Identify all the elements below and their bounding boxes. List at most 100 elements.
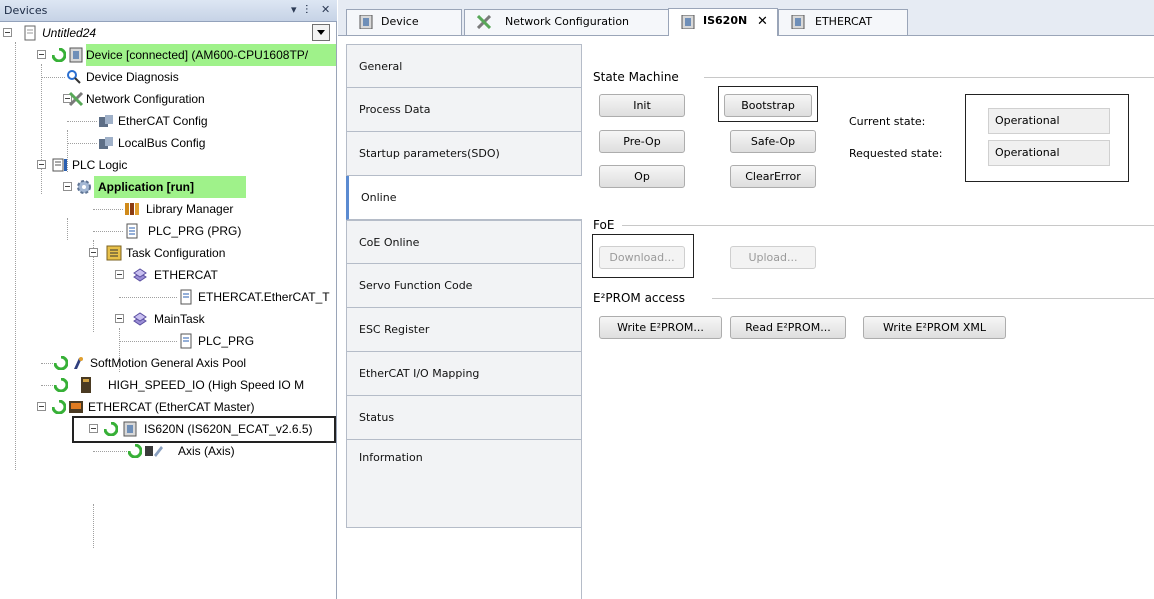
sidetab-ethercat-io-mapping[interactable]: EtherCAT I/O Mapping <box>346 352 582 396</box>
sidetab-general[interactable]: General <box>346 44 582 88</box>
tree-item-label: Library Manager <box>146 202 234 216</box>
tree-item-label: ETHERCAT.EtherCAT_T <box>198 290 330 304</box>
diagnosis-magnifier-icon <box>67 70 81 84</box>
sync-status-icon <box>54 356 68 370</box>
tree-item-localbus-config[interactable]: LocalBus Config <box>0 132 336 154</box>
collapse-icon[interactable] <box>63 182 72 191</box>
sidetab-status[interactable]: Status <box>346 396 582 440</box>
sync-status-icon <box>52 48 66 62</box>
tree-item-label: Task Configuration <box>126 246 226 260</box>
sidetab-startup-parameters[interactable]: Startup parameters(SDO) <box>346 132 582 176</box>
group-separator <box>622 225 1154 226</box>
safe-op-button[interactable]: Safe-Op <box>730 130 816 153</box>
tab-device[interactable]: Device <box>346 9 462 35</box>
tab-label: ETHERCAT <box>815 15 873 28</box>
tree-item-ethercat-config[interactable]: EtherCAT Config <box>0 110 336 132</box>
tree-item-device[interactable]: Device [connected] (AM600-CPU1608TP/ <box>0 44 336 66</box>
write-eeprom-button[interactable]: Write E²PROM... <box>599 316 722 339</box>
editor-area: Device Network Configuration IS620N ✕ ET… <box>338 0 1154 599</box>
network-configuration-icon <box>477 15 491 29</box>
tree-item-main-task[interactable]: MainTask <box>0 308 336 330</box>
sidetab-information[interactable]: Information <box>346 440 582 528</box>
sidetab-esc-register[interactable]: ESC Register <box>346 308 582 352</box>
tab-network-configuration[interactable]: Network Configuration <box>464 9 678 35</box>
clear-error-button[interactable]: ClearError <box>730 165 816 188</box>
tree-item-label: MainTask <box>154 312 205 326</box>
online-tab-content: State Machine Init Bootstrap Pre-Op Safe… <box>582 44 1154 599</box>
collapse-icon[interactable] <box>3 28 12 37</box>
device-icon <box>69 47 83 63</box>
project-icon <box>24 25 36 41</box>
tree-item-label: LocalBus Config <box>118 136 206 150</box>
collapse-icon[interactable] <box>115 314 124 323</box>
sync-status-icon <box>54 378 68 392</box>
device-editor-side-tabs: General Process Data Startup parameters(… <box>346 44 582 599</box>
eeprom-group-title: E²PROM access <box>593 291 686 305</box>
read-eeprom-button[interactable]: Read E²PROM... <box>730 316 846 339</box>
tab-is620n[interactable]: IS620N ✕ <box>668 8 778 36</box>
tree-item-application[interactable]: Application [run] <box>0 176 336 198</box>
sidetab-process-data[interactable]: Process Data <box>346 88 582 132</box>
close-tab-icon[interactable]: ✕ <box>757 10 768 34</box>
foe-group-title: FoE <box>593 218 615 232</box>
tree-root[interactable]: Untitled24 <box>0 22 336 44</box>
op-button[interactable]: Op <box>599 165 685 188</box>
tree-item-is620n[interactable]: IS620N (IS620N_ECAT_v2.6.5) <box>0 416 336 443</box>
tree-item-network-configuration[interactable]: Network Configuration <box>0 88 336 110</box>
tree-item-label: EtherCAT Config <box>118 114 208 128</box>
device-icon <box>359 15 373 29</box>
tree-item-high-speed-io[interactable]: HIGH_SPEED_IO (High Speed IO M <box>0 374 336 396</box>
tree-item-plc-logic[interactable]: PLC Logic <box>0 154 336 176</box>
tree-item-main-task-call[interactable]: PLC_PRG <box>0 330 336 352</box>
init-button[interactable]: Init <box>599 94 685 117</box>
tree-item-axis[interactable]: Axis (Axis) <box>0 440 336 462</box>
tree-item-ethercat-master[interactable]: ETHERCAT (EtherCAT Master) <box>0 396 336 418</box>
config-module-icon <box>99 115 113 127</box>
tree-item-label: Network Configuration <box>86 92 205 106</box>
tree-dropdown-button[interactable] <box>312 24 330 41</box>
axis-pool-icon <box>74 357 83 369</box>
plc-logic-icon <box>52 158 67 172</box>
tree-item-label: ETHERCAT <box>154 268 218 282</box>
collapse-icon[interactable] <box>89 248 98 257</box>
close-pane-icon[interactable]: ✕ <box>321 3 330 16</box>
io-module-icon <box>81 377 91 393</box>
tab-ethercat[interactable]: ETHERCAT <box>778 9 908 35</box>
tree-item-plc-prg[interactable]: PLC_PRG (PRG) <box>0 220 336 242</box>
sidetab-coe-online[interactable]: CoE Online <box>346 220 582 264</box>
tree-item-ethercat-task-call[interactable]: ETHERCAT.EtherCAT_T <box>0 286 336 308</box>
pane-menu-icon[interactable]: ▾ <box>291 3 297 16</box>
download-highlight-box <box>592 234 694 278</box>
tree-item-library-manager[interactable]: Library Manager <box>0 198 336 220</box>
tree-item-label: PLC_PRG <box>198 334 255 348</box>
application-gear-icon <box>77 180 91 194</box>
state-highlight-box <box>965 94 1129 182</box>
task-stack-icon <box>133 312 147 326</box>
devices-pane-title: Devices <box>4 4 48 17</box>
task-stack-icon <box>133 268 147 282</box>
sidetab-online[interactable]: Online <box>346 176 582 220</box>
write-eeprom-xml-button[interactable]: Write E²PROM XML <box>863 316 1006 339</box>
tree-item-task-configuration[interactable]: Task Configuration <box>0 242 336 264</box>
state-machine-group-title: State Machine <box>593 70 679 84</box>
editor-tab-strip: Device Network Configuration IS620N ✕ ET… <box>338 0 1154 36</box>
collapse-icon[interactable] <box>115 270 124 279</box>
pre-op-button[interactable]: Pre-Op <box>599 130 685 153</box>
collapse-icon[interactable] <box>37 402 46 411</box>
side-tabs-filler <box>346 528 582 599</box>
tree-item-device-diagnosis[interactable]: Device Diagnosis <box>0 66 336 88</box>
sidetab-servo-function-code[interactable]: Servo Function Code <box>346 264 582 308</box>
tree-item-label: PLC Logic <box>72 158 128 172</box>
group-separator <box>712 298 1154 299</box>
tree-item-softmotion-pool[interactable]: SoftMotion General Axis Pool <box>0 352 336 374</box>
library-books-icon <box>125 203 139 215</box>
collapse-icon[interactable] <box>37 160 46 169</box>
tree-item-label: Untitled24 <box>42 26 97 40</box>
collapse-icon[interactable] <box>37 50 46 59</box>
devices-pane-header: Devices ▾ ⵗ ✕ <box>0 0 337 22</box>
upload-button[interactable]: Upload... <box>730 246 816 269</box>
program-call-icon <box>180 333 192 349</box>
tree-item-label: ETHERCAT (EtherCAT Master) <box>88 400 255 414</box>
pin-icon[interactable]: ⵗ <box>305 3 309 16</box>
tree-item-task-ethercat[interactable]: ETHERCAT <box>0 264 336 286</box>
